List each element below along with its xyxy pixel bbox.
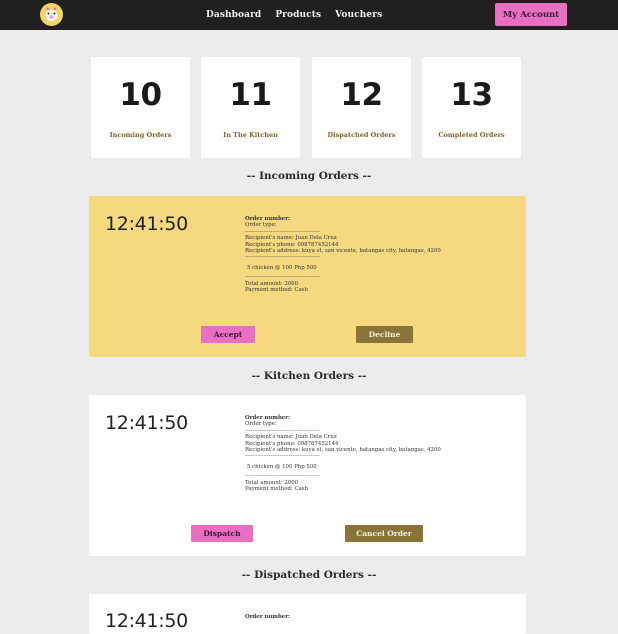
stat-label: Dispatched Orders xyxy=(327,131,396,139)
stat-card-dispatched: 12 Dispatched Orders xyxy=(312,57,411,158)
order-details: Order number: xyxy=(245,614,515,620)
section-title-dispatched: -- Dispatched Orders -- xyxy=(241,569,377,581)
stat-card-kitchen: 11 In The Kitchen xyxy=(201,57,300,158)
divider: ----------------------------------------… xyxy=(245,473,320,480)
payment-method: Payment method: Cash xyxy=(245,486,309,493)
accept-button[interactable]: Accept xyxy=(201,326,255,343)
main-nav: Dashboard Products Vouchers xyxy=(206,0,396,30)
nav-vouchers[interactable]: Vouchers xyxy=(335,10,382,20)
order-item: 5 chicken @ 100 Php 500 xyxy=(247,264,317,271)
stat-label: Completed Orders xyxy=(438,131,505,139)
divider: ----------------------------------------… xyxy=(245,254,320,261)
stat-label: Incoming Orders xyxy=(109,131,172,139)
cancel-order-button[interactable]: Cancel Order xyxy=(345,525,423,542)
stat-card-completed: 13 Completed Orders xyxy=(422,57,521,158)
stat-value: 11 xyxy=(229,77,272,113)
order-card-incoming: 12:41:50 Order number: Order type: -----… xyxy=(89,196,526,357)
order-time: 12:41:50 xyxy=(105,213,188,235)
order-card-kitchen: 12:41:50 Order number: Order type: -----… xyxy=(89,395,526,556)
order-card-dispatched: 12:41:50 Order number: xyxy=(89,594,526,634)
top-navbar: Dashboard Products Vouchers My Account xyxy=(0,0,618,30)
stat-label: In The Kitchen xyxy=(223,131,278,139)
my-account-button[interactable]: My Account xyxy=(495,3,567,26)
nav-dashboard[interactable]: Dashboard xyxy=(206,10,261,20)
stat-value: 10 xyxy=(119,77,162,113)
divider: ----------------------------------------… xyxy=(245,453,320,460)
order-number-label: Order number: xyxy=(245,614,291,620)
nav-products[interactable]: Products xyxy=(275,10,321,20)
stat-value: 13 xyxy=(450,77,493,113)
order-time: 12:41:50 xyxy=(105,412,188,434)
order-details: Order number: Order type: --------------… xyxy=(245,415,515,492)
dispatch-button[interactable]: Dispatch xyxy=(191,525,253,542)
stat-card-incoming: 10 Incoming Orders xyxy=(91,57,190,158)
order-item: 5 chicken @ 100 Php 500 xyxy=(247,463,317,470)
divider: ----------------------------------------… xyxy=(245,274,320,281)
decline-button[interactable]: Decline xyxy=(356,326,413,343)
section-title-incoming: -- Incoming Orders -- xyxy=(246,170,372,182)
section-title-kitchen: -- Kitchen Orders -- xyxy=(251,370,367,382)
order-details: Order number: Order type: --------------… xyxy=(245,216,515,293)
order-time: 12:41:50 xyxy=(105,610,188,632)
logo-icon[interactable] xyxy=(40,3,63,26)
stat-value: 12 xyxy=(340,77,383,113)
payment-method: Payment method: Cash xyxy=(245,287,309,294)
